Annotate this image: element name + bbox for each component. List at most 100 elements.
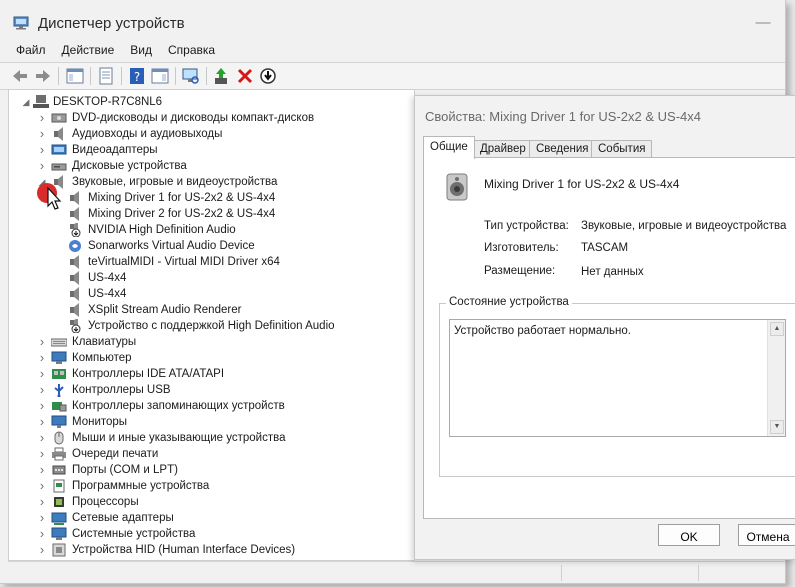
cancel-button[interactable]: Отмена bbox=[738, 524, 795, 546]
tree-category-label: Контроллеры IDE ATA/ATAPI bbox=[72, 368, 225, 380]
dvd-drive-icon bbox=[51, 113, 67, 123]
monitor-icon bbox=[51, 415, 67, 428]
device-tree: ◢ DESKTOP-R7C8NL6 › DVD-дисководы и диско… bbox=[8, 89, 415, 561]
tree-category-label: Видеоадаптеры bbox=[72, 144, 158, 156]
expand-arrow-icon[interactable]: › bbox=[37, 414, 47, 430]
tree-category-label: Дисковые устройства bbox=[72, 160, 187, 172]
expand-arrow-icon[interactable]: › bbox=[37, 158, 47, 174]
console-tree-icon[interactable] bbox=[65, 66, 85, 86]
tree-category-label: Устройства HID (Human Interface Devices) bbox=[72, 544, 296, 556]
device-status-textbox[interactable]: Устройство работает нормально. ▲ ▼ bbox=[449, 319, 786, 437]
tree-category-label: Аудиовходы и аудиовыходы bbox=[72, 128, 223, 140]
ok-button[interactable]: OK bbox=[658, 524, 720, 546]
tree-category-label: Звуковые, игровые и видеоустройства bbox=[72, 176, 278, 188]
title-bar: Диспетчер устройств — bbox=[0, 0, 785, 40]
device-status-group: Состояние устройства Устройство работает… bbox=[439, 296, 795, 477]
expand-arrow-icon[interactable]: › bbox=[37, 510, 47, 526]
speaker-icon bbox=[70, 271, 79, 285]
tab-general[interactable]: Общие bbox=[423, 136, 475, 159]
collapse-arrow-icon[interactable]: ◢ bbox=[21, 94, 31, 110]
forward-arrow-icon[interactable] bbox=[33, 66, 53, 86]
tree-device-label: Устройство с поддержкой High Definition … bbox=[88, 320, 335, 332]
system-device-icon bbox=[51, 527, 67, 540]
expand-arrow-icon[interactable]: › bbox=[37, 526, 47, 542]
tree-device-label: US-4x4 bbox=[88, 272, 127, 284]
software-device-icon bbox=[53, 479, 65, 493]
properties-icon[interactable] bbox=[96, 66, 116, 86]
general-tab-panel: Mixing Driver 1 for US-2x2 & US-4x4 Тип … bbox=[423, 157, 795, 519]
computer-icon bbox=[33, 95, 49, 108]
minimize-button[interactable]: — bbox=[741, 8, 785, 38]
update-driver-icon[interactable] bbox=[212, 66, 232, 86]
window-controls: — bbox=[741, 8, 785, 38]
expand-arrow-icon[interactable]: › bbox=[37, 494, 47, 510]
uninstall-device-icon[interactable] bbox=[235, 66, 255, 86]
tree-category-label: Порты (COM и LPT) bbox=[72, 464, 178, 476]
expand-arrow-icon[interactable]: › bbox=[37, 350, 47, 366]
back-arrow-icon[interactable] bbox=[10, 66, 30, 86]
device-name: Mixing Driver 1 for US-2x2 & US-4x4 bbox=[484, 177, 680, 191]
printer-icon bbox=[52, 447, 66, 461]
expand-arrow-icon[interactable]: › bbox=[37, 366, 47, 382]
display-adapter-icon bbox=[51, 144, 67, 155]
speaker-icon bbox=[70, 207, 79, 221]
tab-details[interactable]: Сведения bbox=[529, 140, 596, 158]
tree-category-label: Системные устройства bbox=[72, 528, 196, 540]
hid-icon bbox=[52, 543, 66, 557]
help-icon[interactable]: ? bbox=[127, 66, 147, 86]
device-manager-icon bbox=[13, 16, 29, 30]
expand-arrow-icon[interactable]: › bbox=[37, 398, 47, 414]
menu-action[interactable]: Действие bbox=[54, 41, 123, 59]
window-title: Диспетчер устройств bbox=[38, 15, 185, 32]
properties-dialog: Свойства: Mixing Driver 1 for US-2x2 & U… bbox=[414, 95, 795, 560]
tree-device-label: Mixing Driver 1 for US-2x2 & US-4x4 bbox=[88, 192, 276, 204]
tree-category-label: Мыши и иные указывающие устройства bbox=[72, 432, 286, 444]
tree-category-label: Клавиатуры bbox=[72, 336, 137, 348]
sonarworks-icon bbox=[69, 240, 81, 252]
menu-view[interactable]: Вид bbox=[122, 41, 160, 59]
mouse-icon bbox=[54, 431, 64, 445]
expand-arrow-icon[interactable]: › bbox=[37, 126, 47, 142]
tree-category-label: Компьютер bbox=[72, 352, 132, 364]
tree-category-label: Мониторы bbox=[72, 416, 128, 428]
expand-arrow-icon[interactable]: › bbox=[37, 142, 47, 158]
expand-arrow-icon[interactable]: › bbox=[37, 446, 47, 462]
expand-arrow-icon[interactable]: › bbox=[37, 110, 47, 126]
tab-driver[interactable]: Драйвер bbox=[473, 140, 533, 158]
expand-arrow-icon[interactable]: › bbox=[37, 430, 47, 446]
status-bar bbox=[8, 561, 785, 584]
device-status-label: Состояние устройства bbox=[446, 296, 572, 308]
scroll-down-icon[interactable]: ▼ bbox=[770, 420, 784, 434]
tree-category-label: Процессоры bbox=[72, 496, 139, 508]
manufacturer-value: TASCAM bbox=[581, 242, 629, 254]
port-icon bbox=[52, 465, 66, 475]
menu-help[interactable]: Справка bbox=[160, 41, 223, 59]
status-scrollbar[interactable]: ▲ ▼ bbox=[767, 320, 785, 436]
location-value: Нет данных bbox=[581, 266, 644, 278]
tab-events[interactable]: События bbox=[591, 140, 653, 158]
expand-arrow-icon[interactable]: › bbox=[37, 478, 47, 494]
download-arrow-icon[interactable] bbox=[258, 66, 278, 86]
action-pane-icon[interactable] bbox=[150, 66, 170, 86]
storage-controller-icon bbox=[52, 402, 67, 412]
scan-hardware-icon[interactable] bbox=[181, 66, 201, 86]
expand-arrow-icon[interactable]: › bbox=[37, 542, 47, 558]
tree-category-label: Очереди печати bbox=[72, 448, 159, 460]
tree-category-label: Контроллеры USB bbox=[72, 384, 171, 396]
expand-arrow-icon[interactable]: › bbox=[37, 382, 47, 398]
speaker-icon bbox=[54, 127, 63, 141]
speaker-icon bbox=[446, 173, 468, 201]
tree-device-label: teVirtualMIDI - Virtual MIDI Driver x64 bbox=[88, 256, 280, 268]
tree-root-label: DESKTOP-R7C8NL6 bbox=[53, 96, 163, 108]
expand-arrow-icon[interactable]: › bbox=[37, 462, 47, 478]
ide-controller-icon bbox=[52, 369, 66, 379]
scroll-up-icon[interactable]: ▲ bbox=[770, 322, 784, 336]
speaker-arrow-icon bbox=[70, 223, 81, 237]
menu-file[interactable]: Файл bbox=[8, 41, 54, 59]
tree-device-label: Sonarworks Virtual Audio Device bbox=[88, 240, 255, 252]
manufacturer-label: Изготовитель: bbox=[484, 242, 559, 254]
tree-device-label: NVIDIA High Definition Audio bbox=[88, 224, 236, 236]
usb-icon bbox=[54, 384, 64, 397]
tree-device-label: US-4x4 bbox=[88, 288, 127, 300]
expand-arrow-icon[interactable]: › bbox=[37, 334, 47, 350]
